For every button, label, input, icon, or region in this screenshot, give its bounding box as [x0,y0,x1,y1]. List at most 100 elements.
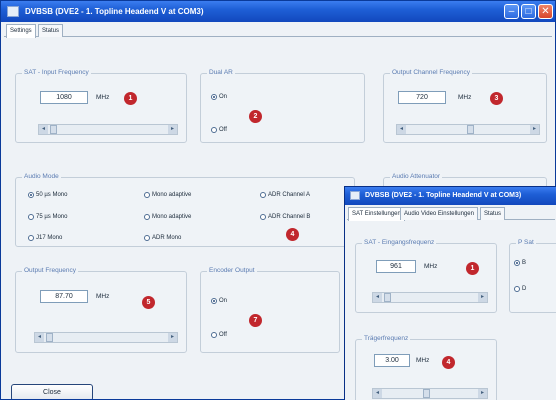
radio-dot[interactable] [211,127,217,133]
sub-right-option[interactable]: D [514,286,526,292]
tab-sat-settings[interactable]: SAT Einstellungen [348,207,405,221]
output-channel-slider[interactable]: ◂ ▸ [396,124,540,135]
sub-rf-input-panel: SAT - Eingangsfrequenz 961 MHz 1 ◂ ▸ [355,239,497,313]
badge-2: 2 [249,110,262,123]
radio-dot[interactable] [28,192,34,198]
minimize-icon[interactable]: – [504,4,519,19]
output-frequency-panel: Output Frequency 87.70 MHz 5 ◂ ▸ [15,267,187,353]
slider-right-icon[interactable]: ▸ [478,389,487,398]
audio-mode-option-label: J17 Mono [36,235,63,241]
radio-dot[interactable] [211,298,217,304]
rf-input-slider[interactable]: ◂ ▸ [38,124,178,135]
badge-4: 4 [442,356,455,369]
slider-left-icon[interactable]: ◂ [35,333,44,342]
rf-input-field[interactable]: 1080 [40,91,88,104]
radio-dot[interactable] [514,260,520,266]
radio-dot[interactable] [28,235,34,241]
slider-right-icon[interactable]: ▸ [168,333,177,342]
output-frequency-slider[interactable]: ◂ ▸ [34,332,178,343]
radio-dot[interactable] [260,214,266,220]
sub-tab-strip: SAT Einstellungen Audio Video Einstellun… [347,207,555,221]
audio-mode-option[interactable]: J17 Mono [28,235,62,241]
sub-right-option[interactable]: B [514,260,526,266]
audio-mode-option[interactable]: 50 µs Mono [28,192,67,198]
audio-mode-label: Audio Mode [22,173,61,180]
output-channel-label: Output Channel Frequency [390,69,473,76]
main-title-bar[interactable]: DVBSB (DVE2 - 1. Topline Headend V at CO… [1,1,555,22]
audio-mode-option-label: Mono adaptive [152,192,192,198]
slider-right-icon[interactable]: ▸ [530,125,539,134]
sub-carrier-field[interactable]: 3.00 [374,354,410,367]
audio-mode-option[interactable]: ADR Mono [144,235,181,241]
slider-thumb[interactable] [384,293,391,302]
rf-input-panel: SAT - Input Frequency 1080 MHz 1 ◂ ▸ [15,69,187,143]
slider-thumb[interactable] [423,389,430,398]
sub-window-title: DVBSB (DVE2 - 1. Topline Headend V at CO… [365,192,522,199]
radio-dot[interactable] [211,332,217,338]
audio-mode-option[interactable]: ADR Channel B [260,214,310,220]
close-button[interactable]: Close [11,384,93,399]
sub-window: DVBSB (DVE2 - 1. Topline Headend V at CO… [344,186,556,400]
main-tab-strip: Settings Status [4,24,552,38]
dual-ar-on-label: On [219,94,228,100]
dual-ar-on-radio[interactable]: On [211,94,227,100]
encoder-output-label: Encoder Output [207,267,257,274]
sub-right-panel: P Sat B D [509,239,556,313]
sub-right-panel-label: P Sat [516,239,536,246]
sub-rf-input-field[interactable]: 961 [376,260,416,273]
output-frequency-unit: MHz [96,293,110,300]
tab-settings[interactable]: Settings [6,24,36,38]
tab-status[interactable]: Status [38,24,64,37]
sub-title-bar[interactable]: DVBSB (DVE2 - 1. Topline Headend V at CO… [345,187,556,205]
slider-left-icon[interactable]: ◂ [397,125,406,134]
sub-rf-input-unit: MHz [424,263,438,270]
audio-mode-option[interactable]: Mono adaptive [144,214,191,220]
output-channel-field[interactable]: 720 [398,91,446,104]
audio-mode-option[interactable]: Mono adaptive [144,192,191,198]
slider-left-icon[interactable]: ◂ [39,125,48,134]
slider-left-icon[interactable]: ◂ [373,293,382,302]
radio-dot[interactable] [144,235,150,241]
rf-input-label: SAT - Input Frequency [22,69,91,76]
slider-thumb[interactable] [467,125,474,134]
slider-left-icon[interactable]: ◂ [373,389,382,398]
tab-status[interactable]: Status [480,207,506,220]
radio-dot[interactable] [260,192,266,198]
audio-mode-option-label: ADR Mono [152,235,182,241]
radio-dot[interactable] [514,286,520,292]
audio-mode-option[interactable]: ADR Channel A [260,192,310,198]
main-window-title: DVBSB (DVE2 - 1. Topline Headend V at CO… [25,7,204,16]
radio-dot[interactable] [144,192,150,198]
slider-right-icon[interactable]: ▸ [478,293,487,302]
sub-right-option-label: D [522,286,527,292]
radio-dot[interactable] [144,214,150,220]
dual-ar-off-radio[interactable]: Off [211,127,227,133]
sub-right-option-label: B [522,260,527,266]
output-channel-panel: Output Channel Frequency 720 MHz 3 ◂ ▸ [383,69,547,143]
radio-dot[interactable] [211,94,217,100]
sub-rf-input-label: SAT - Eingangsfrequenz [362,239,437,246]
sub-rf-input-slider[interactable]: ◂ ▸ [372,292,488,303]
encoder-output-on-radio[interactable]: On [211,298,227,304]
audio-mode-option-label: ADR Channel B [268,214,311,220]
dual-ar-panel: Dual AR On Off 2 [200,69,365,143]
sub-carrier-slider[interactable]: ◂ ▸ [372,388,488,399]
badge-7: 7 [249,314,262,327]
slider-thumb[interactable] [46,333,53,342]
badge-5: 5 [142,296,155,309]
output-frequency-field[interactable]: 87.70 [40,290,88,303]
audio-mode-panel: Audio Mode 50 µs Mono Mono adaptive ADR … [15,173,355,247]
maximize-icon[interactable]: □ [521,4,536,19]
dual-ar-label: Dual AR [207,69,235,76]
slider-right-icon[interactable]: ▸ [168,125,177,134]
radio-dot[interactable] [28,214,34,220]
close-icon[interactable]: ✕ [538,4,553,19]
sub-carrier-label: Trägerfrequenz [362,335,411,342]
encoder-output-off-radio[interactable]: Off [211,332,227,338]
audio-mode-option-label: 75 µs Mono [36,214,68,220]
badge-1: 1 [124,92,137,105]
tab-audio-video-settings[interactable]: Audio Video Einstellungen [400,207,478,220]
app-icon [350,191,360,200]
slider-thumb[interactable] [50,125,57,134]
audio-mode-option[interactable]: 75 µs Mono [28,214,67,220]
